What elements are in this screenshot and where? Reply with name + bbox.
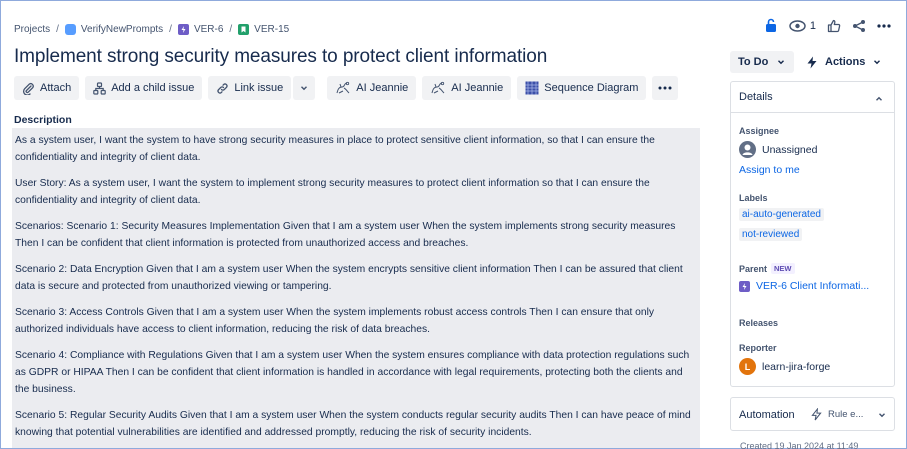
breadcrumb-parent-label: VER-6 [193, 23, 224, 35]
parent-label: Parent [739, 263, 768, 274]
attach-label: Attach [40, 82, 72, 94]
eye-icon [789, 19, 806, 32]
reporter-value: learn-jira-forge [762, 360, 831, 373]
ai-jeannie-icon [431, 81, 445, 94]
ai-jeannie-button-1[interactable]: AI Jeannie [327, 76, 417, 100]
label-tag[interactable]: not-reviewed [739, 228, 803, 241]
status-label: To Do [738, 56, 769, 68]
share-icon[interactable] [852, 19, 866, 33]
ai-jeannie-button-2[interactable]: AI Jeannie [422, 76, 512, 100]
details-divider [731, 112, 894, 113]
description-paragraph: Scenario 2: Data Encryption Given that I… [15, 264, 683, 292]
description-paragraph: User Story: As a system user, I want the… [15, 178, 650, 206]
releases-label: Releases [739, 318, 779, 328]
add-child-label: Add a child issue [111, 82, 195, 94]
new-badge: NEW [771, 263, 795, 274]
issue-title[interactable]: Implement strong security measures to pr… [14, 46, 547, 68]
unassigned-avatar-icon [739, 141, 756, 158]
assignee-label: Assignee [739, 126, 780, 136]
link-issue-group: Link issue [208, 76, 316, 100]
paperclip-icon [22, 82, 34, 95]
chevron-down-icon [879, 412, 886, 417]
parent-link[interactable]: VER-6 Client Informati... [739, 280, 869, 292]
attach-button[interactable]: Attach [14, 76, 80, 100]
description-paragraph: Scenario 4: Compliance with Regulations … [15, 350, 690, 395]
lock-icon[interactable] [764, 18, 778, 33]
project-icon [64, 23, 76, 35]
epic-icon [177, 23, 189, 35]
automation-panel[interactable]: Automation Rule e... [730, 397, 895, 431]
ai-jeannie-label-1: AI Jeannie [356, 82, 409, 94]
automation-value: Rule e... [828, 409, 864, 420]
lightning-icon [807, 56, 817, 68]
ai-jeannie-icon [336, 81, 350, 94]
status-dropdown[interactable]: To Do [730, 51, 795, 73]
label-tag[interactable]: ai-auto-generated [739, 208, 824, 221]
chevron-down-icon [301, 86, 308, 91]
reporter-avatar: L [739, 358, 756, 375]
link-issue-button[interactable]: Link issue [208, 76, 292, 100]
ai-jeannie-label-2: AI Jeannie [451, 82, 504, 94]
created-date-text: Created 19 Jan 2024 at 11:49 [740, 441, 859, 449]
breadcrumb-project[interactable]: VerifyNewPrompts [64, 23, 164, 35]
description-paragraph: Scenarios: Scenario 1: Security Measures… [15, 221, 676, 249]
parent-label-row: Parent NEW [739, 263, 795, 274]
breadcrumb-projects[interactable]: Projects [14, 24, 50, 35]
description-paragraph: Scenario 5: Regular Security Audits Give… [15, 410, 691, 438]
labels-label: Labels [739, 193, 768, 203]
chevron-down-icon [874, 60, 881, 65]
link-icon [217, 82, 228, 94]
hierarchy-icon [93, 81, 106, 95]
issue-toolbar: Attach Add a child issue Link issue AI J… [14, 76, 679, 100]
description-heading: Description [14, 114, 72, 126]
add-child-issue-button[interactable]: Add a child issue [85, 76, 203, 100]
reporter-field[interactable]: L learn-jira-forge [739, 358, 830, 375]
toolbar-more-button[interactable] [652, 76, 679, 100]
breadcrumb-issue[interactable]: VER-15 [238, 23, 290, 35]
description-paragraph: As a system user, I want the system to h… [15, 135, 655, 163]
link-issue-dropdown[interactable] [293, 76, 316, 100]
actions-label: Actions [825, 56, 866, 68]
breadcrumb-separator: / [229, 23, 233, 35]
chevron-down-icon [778, 60, 785, 65]
chevron-up-icon[interactable] [874, 91, 884, 109]
sequence-diagram-button[interactable]: Sequence Diagram [517, 76, 647, 100]
epic-icon [739, 280, 750, 292]
story-icon [238, 23, 250, 35]
watch-button[interactable]: 1 [789, 20, 816, 32]
automation-rule-executions: Rule e... [811, 408, 887, 421]
reporter-label: Reporter [739, 343, 777, 353]
sequence-diagram-icon [525, 81, 539, 95]
thumbs-up-icon[interactable] [827, 19, 841, 33]
sequence-diagram-label: Sequence Diagram [544, 82, 639, 94]
assignee-value: Unassigned [762, 143, 818, 156]
breadcrumb-issue-label: VER-15 [254, 23, 290, 35]
more-icon[interactable] [877, 23, 891, 28]
assign-to-me-link[interactable]: Assign to me [739, 164, 800, 176]
parent-value: VER-6 Client Informati... [756, 280, 870, 292]
breadcrumb-separator: / [169, 23, 172, 35]
actions-dropdown[interactable]: Actions [800, 51, 888, 73]
breadcrumb-project-label: VerifyNewPrompts [80, 23, 164, 35]
more-icon [658, 86, 672, 90]
issue-header-actions: 1 [764, 18, 891, 33]
automation-label: Automation [739, 409, 795, 421]
watchers-count: 1 [809, 19, 816, 32]
breadcrumb: Projects / VerifyNewPrompts / VER-6 / VE… [14, 21, 289, 37]
lightning-icon [811, 408, 822, 421]
description-paragraph: Scenario 3: Access Controls Given that I… [15, 307, 655, 335]
link-issue-label: Link issue [234, 82, 284, 94]
description-field[interactable]: As a system user, I want the system to h… [12, 128, 700, 448]
assignee-field[interactable]: Unassigned [739, 141, 817, 158]
breadcrumb-parent[interactable]: VER-6 [177, 23, 224, 35]
details-panel: Details Assignee Unassigned Assign to me… [730, 81, 895, 387]
breadcrumb-separator: / [56, 23, 59, 35]
details-heading[interactable]: Details [739, 91, 773, 103]
